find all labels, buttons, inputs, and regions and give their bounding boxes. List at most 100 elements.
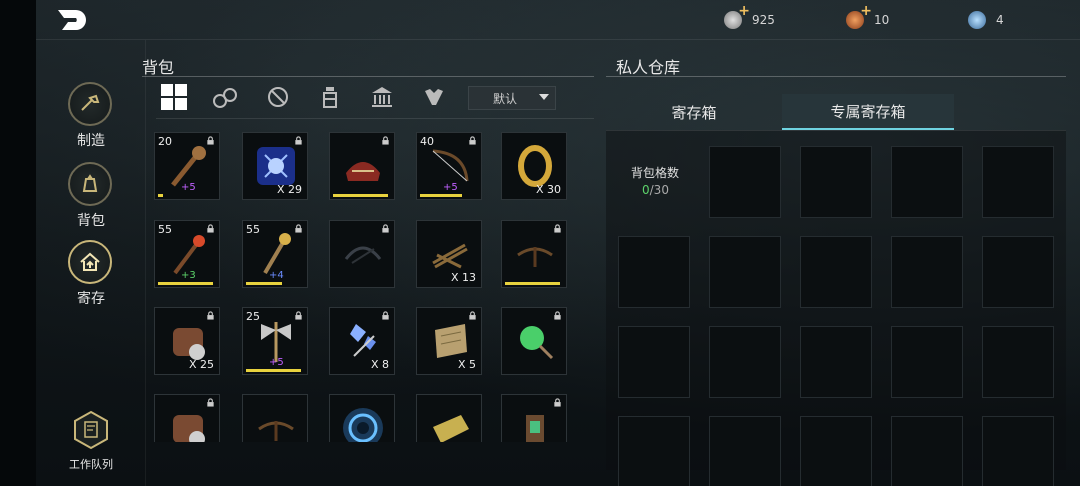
item-level: 40 — [420, 135, 434, 148]
durability-bar — [505, 282, 561, 285]
inventory-slot[interactable]: 20 +5 — [154, 132, 220, 200]
currency-value: 4 — [996, 13, 1004, 27]
storage-slot[interactable] — [982, 236, 1054, 308]
nav-label: 寄存 — [77, 291, 105, 307]
item-level: 55 — [158, 223, 172, 236]
storage-slot[interactable] — [891, 236, 963, 308]
inventory-slot[interactable]: X 25 — [154, 307, 220, 375]
nav-item-deposit[interactable]: 寄存 — [68, 240, 114, 308]
capacity-label: 背包格数 — [631, 166, 680, 180]
lock-icon — [295, 311, 302, 320]
storage-slot[interactable] — [618, 416, 690, 486]
filter-buildings[interactable] — [364, 80, 400, 114]
side-nav: 制造 背包 寄存 工作队列 — [36, 40, 146, 486]
currency-silver[interactable]: + 925 — [724, 3, 775, 30]
capacity-total: /30 — [649, 183, 669, 197]
lock-icon — [207, 398, 214, 407]
storage-slot[interactable] — [891, 416, 963, 486]
inventory-slot[interactable]: X 30 — [501, 132, 567, 200]
inventory-slot[interactable] — [242, 394, 308, 442]
storage-slot[interactable] — [709, 326, 781, 398]
item-level: 55 — [246, 223, 260, 236]
crossbow-icon — [517, 247, 553, 267]
all-grid-icon — [161, 84, 187, 110]
inventory-slot[interactable] — [501, 394, 567, 442]
storage-slot[interactable] — [618, 236, 690, 308]
item-bonus: +5 — [269, 357, 284, 368]
inventory-slot[interactable]: X 13 — [416, 220, 482, 288]
inventory-slot[interactable]: X 29 — [242, 132, 308, 200]
inventory-slot[interactable] — [329, 132, 395, 200]
nav-item-crafting[interactable]: 制造 — [68, 82, 114, 150]
tab-exclusive-storage-box[interactable]: 专属寄存箱 — [782, 94, 954, 130]
lock-icon — [382, 224, 389, 233]
item-count: X 29 — [276, 183, 302, 196]
item-bonus: +5 — [443, 182, 458, 193]
inventory-slot[interactable] — [501, 220, 567, 288]
storage-slot[interactable] — [800, 416, 872, 486]
lock-icon — [207, 311, 214, 320]
durability-bar — [333, 194, 389, 197]
storage-slot[interactable] — [982, 326, 1054, 398]
nav-item-bag[interactable]: 背包 — [68, 162, 114, 230]
storage-slot[interactable] — [709, 146, 781, 218]
filter-weapons[interactable] — [260, 80, 296, 114]
sort-dropdown[interactable]: 默认 — [468, 86, 556, 110]
storage-slot[interactable] — [891, 146, 963, 218]
tab-label: 寄存箱 — [671, 103, 717, 122]
storage-slot[interactable] — [800, 146, 872, 218]
storage-slot[interactable] — [709, 236, 781, 308]
inventory-slot[interactable] — [329, 394, 395, 442]
crafting-hammer-icon — [68, 82, 112, 126]
filter-bar — [156, 80, 468, 114]
tab-storage-box[interactable]: 寄存箱 — [608, 94, 780, 130]
storage-slot[interactable] — [982, 146, 1054, 218]
inventory-slot[interactable] — [154, 394, 220, 442]
lock-icon — [207, 136, 214, 145]
capacity-info: 背包格数 0/30 — [618, 146, 698, 218]
nav-label: 制造 — [77, 133, 105, 149]
lock-icon — [295, 136, 302, 145]
item-bonus: +4 — [269, 270, 284, 281]
storage-slot[interactable] — [709, 416, 781, 486]
lock-icon — [382, 136, 389, 145]
work-queue-label: 工作队列 — [69, 458, 113, 471]
bag-icon — [68, 162, 112, 206]
inventory-slot[interactable] — [329, 220, 395, 288]
item-level: 25 — [246, 310, 260, 323]
filter-materials[interactable] — [208, 80, 244, 114]
storage-slot[interactable] — [800, 236, 872, 308]
building-icon — [372, 87, 392, 107]
storage-slot[interactable] — [891, 326, 963, 398]
work-queue-button[interactable]: 工作队列 — [58, 410, 124, 472]
storage-slot[interactable] — [982, 416, 1054, 486]
inventory-slot[interactable] — [416, 394, 482, 442]
filter-all[interactable] — [156, 80, 192, 114]
inventory-slot[interactable]: 40 +5 — [416, 132, 482, 200]
inventory-slot[interactable]: 55 +4 — [242, 220, 308, 288]
filter-consumables[interactable] — [312, 80, 348, 114]
sort-value: 默认 — [493, 91, 518, 106]
work-queue-icon — [74, 410, 108, 450]
divider — [156, 118, 594, 119]
currency-gem-token[interactable]: + 10 — [846, 3, 889, 30]
storage-slot[interactable] — [618, 326, 690, 398]
item-count: X 25 — [188, 358, 214, 371]
gold-bar-icon — [433, 415, 469, 442]
durability-bar — [420, 194, 462, 197]
inventory-slot[interactable]: 55 +3 — [154, 220, 220, 288]
nav-label: 背包 — [77, 213, 105, 229]
back-button[interactable] — [54, 6, 90, 34]
inventory-slot[interactable]: X 5 — [416, 307, 482, 375]
leather-pouch-icon — [173, 415, 205, 442]
storage-slot[interactable] — [800, 326, 872, 398]
divider — [606, 76, 1066, 77]
durability-bar — [246, 369, 302, 372]
inventory-slot[interactable] — [501, 307, 567, 375]
inventory-slot[interactable]: X 8 — [329, 307, 395, 375]
filter-creatures[interactable] — [416, 80, 452, 114]
inventory-slot[interactable]: 25 +5 — [242, 307, 308, 375]
crystal-orb-icon — [968, 11, 986, 29]
top-bar: + 925 + 10 4 — [36, 0, 1080, 40]
silver-coin-icon: + — [724, 3, 750, 29]
